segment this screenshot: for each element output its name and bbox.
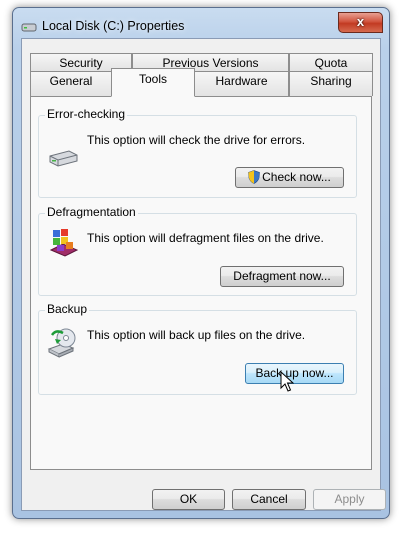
error-checking-description: This option will check the drive for err… [87,133,306,147]
back-up-now-button[interactable]: Back up now... [245,363,344,384]
ok-button[interactable]: OK [152,489,225,510]
tab-quota[interactable]: Quota [289,53,373,71]
dialog-client-area: Security Previous Versions Quota General… [21,38,386,511]
properties-window: Local Disk (C:) Properties x Security Pr… [12,7,390,519]
window-title: Local Disk (C:) Properties [42,19,185,33]
tab-hardware[interactable]: Hardware [194,71,289,96]
tools-tab-panel: Error-checking This option will check th… [30,96,372,470]
mouse-cursor-icon [280,371,294,392]
cancel-button[interactable]: Cancel [232,489,306,510]
tab-general[interactable]: General [30,71,112,96]
close-button[interactable]: x [338,12,383,33]
apply-button[interactable]: Apply [313,489,386,510]
defragmentation-group: Defragmentation This option will defragm… [38,205,357,296]
backup-group: Backup This option will back up files on… [38,302,357,395]
backup-label: Backup [45,302,90,316]
defragment-now-button[interactable]: Defragment now... [220,266,344,287]
backup-description: This option will back up files on the dr… [87,328,306,342]
error-checking-group: Error-checking This option will check th… [38,107,357,198]
drive-icon [21,23,37,32]
defragmentation-description: This option will defragment files on the… [87,231,324,245]
check-now-button[interactable]: Check now... [235,167,344,188]
tab-sharing[interactable]: Sharing [289,71,373,96]
check-now-label: Check now... [262,170,331,184]
error-checking-label: Error-checking [45,107,128,121]
tab-tools[interactable]: Tools [111,68,195,97]
uac-shield-icon [248,170,260,184]
hard-drive-icon [49,150,78,167]
backup-icon [47,328,76,358]
defragment-icon [49,229,79,257]
defragmentation-label: Defragmentation [45,205,138,219]
